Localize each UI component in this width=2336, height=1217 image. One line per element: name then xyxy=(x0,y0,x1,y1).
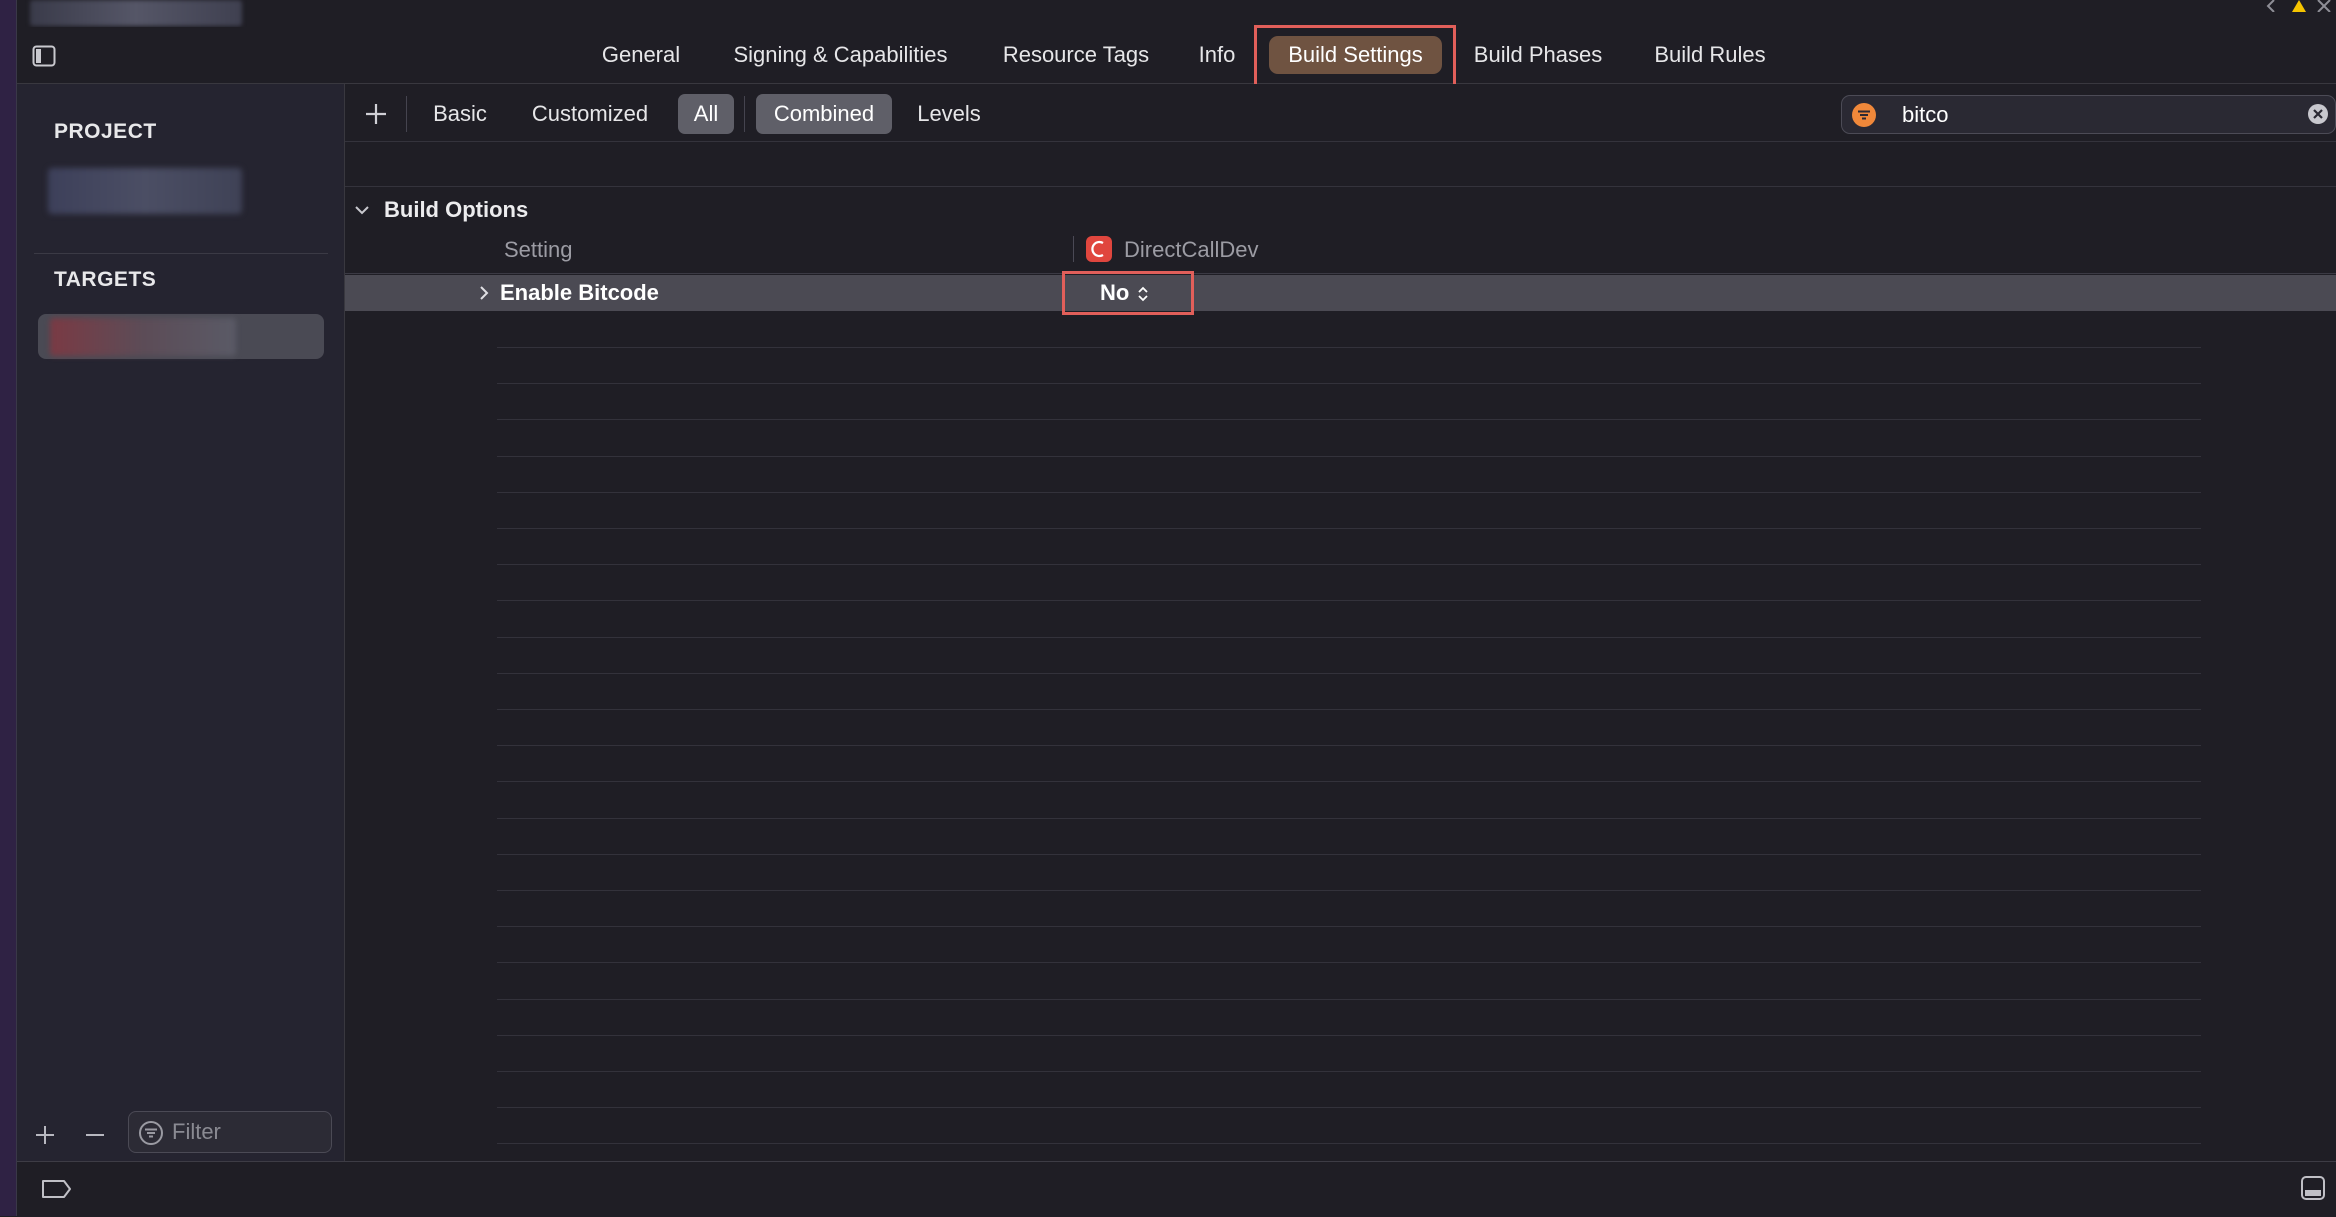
targets-heading: TARGETS xyxy=(54,268,157,291)
filter-all-button[interactable]: All xyxy=(678,94,734,134)
debug-area-toggle-icon[interactable] xyxy=(2300,1175,2326,1201)
redacted-target-item xyxy=(50,318,236,356)
filter-icon xyxy=(138,1120,164,1146)
project-navigator-sidebar xyxy=(17,84,345,1161)
tab-general[interactable]: General xyxy=(586,36,696,74)
toolbar-separator xyxy=(406,96,407,132)
view-levels-button[interactable]: Levels xyxy=(904,94,994,134)
add-build-setting-icon[interactable] xyxy=(362,100,390,128)
empty-row-divider xyxy=(497,890,2201,891)
target-column-header: DirectCallDev xyxy=(1124,237,1259,262)
redacted-project-item[interactable] xyxy=(48,168,242,214)
filter-placeholder: Filter xyxy=(172,1119,221,1144)
empty-row-divider xyxy=(497,528,2201,529)
header-divider xyxy=(345,273,2336,274)
setting-column-header: Setting xyxy=(504,237,573,262)
empty-row-divider xyxy=(497,419,2201,421)
empty-row-divider xyxy=(497,781,2201,783)
build-settings-tab-highlight xyxy=(1254,25,1456,90)
build-options-group-title[interactable]: Build Options xyxy=(384,195,528,225)
empty-row-divider xyxy=(497,853,2201,855)
empty-row-divider xyxy=(497,817,2201,819)
empty-row-divider xyxy=(497,383,2201,385)
empty-row-divider xyxy=(497,491,2201,493)
tab-info[interactable]: Info xyxy=(1186,36,1248,74)
tab-build-phases[interactable]: Build Phases xyxy=(1462,36,1614,74)
search-filter-icon[interactable] xyxy=(1850,101,1878,129)
chevron-right-icon[interactable] xyxy=(474,283,494,303)
remove-target-icon[interactable] xyxy=(80,1120,110,1150)
redacted-window-title xyxy=(30,0,242,26)
empty-row-divider xyxy=(497,962,2201,964)
setting-name-enable-bitcode: Enable Bitcode xyxy=(500,280,659,305)
empty-row-divider xyxy=(497,1034,2201,1036)
tab-resource-tags[interactable]: Resource Tags xyxy=(990,36,1162,74)
divider xyxy=(345,141,2336,142)
filter-basic-button[interactable]: Basic xyxy=(418,94,502,134)
chevron-down-icon[interactable] xyxy=(352,200,372,220)
empty-row-divider xyxy=(497,709,2201,710)
project-heading: PROJECT xyxy=(54,120,157,143)
empty-row-divider xyxy=(497,564,2201,566)
toolbar-separator xyxy=(744,96,745,132)
clear-search-icon[interactable] xyxy=(2306,102,2330,126)
empty-row-divider xyxy=(497,1107,2201,1109)
empty-row-divider xyxy=(497,926,2201,928)
tag-icon[interactable] xyxy=(40,1178,72,1200)
editor-bottom-bar xyxy=(17,1161,2336,1217)
empty-row-divider xyxy=(497,455,2201,457)
empty-row-divider xyxy=(497,347,2201,348)
search-query-text: bitco xyxy=(1902,102,1949,127)
empty-row-divider xyxy=(497,745,2201,747)
empty-row-divider xyxy=(497,998,2201,1000)
empty-row-divider xyxy=(497,1143,2201,1145)
column-separator xyxy=(1073,236,1074,262)
tab-build-rules[interactable]: Build Rules xyxy=(1642,36,1778,74)
filter-customized-button[interactable]: Customized xyxy=(516,94,664,134)
tab-signing-capabilities[interactable]: Signing & Capabilities xyxy=(718,36,963,74)
empty-row-divider xyxy=(497,1071,2201,1072)
value-highlight-box xyxy=(1062,271,1194,315)
warning-icon[interactable] xyxy=(2266,0,2336,12)
window-title-strip xyxy=(17,0,2336,28)
empty-row-divider xyxy=(497,636,2201,638)
view-combined-button[interactable]: Combined xyxy=(756,94,892,134)
divider xyxy=(345,186,2336,187)
sidebar-divider xyxy=(34,253,328,254)
app-target-icon xyxy=(1085,235,1113,263)
add-target-icon[interactable] xyxy=(30,1120,60,1150)
window-edge xyxy=(0,0,16,1216)
editor-tab-bar xyxy=(17,27,2336,84)
empty-row-divider xyxy=(497,672,2201,674)
sidebar-toggle-icon[interactable] xyxy=(32,44,56,68)
empty-row-divider xyxy=(497,600,2201,602)
